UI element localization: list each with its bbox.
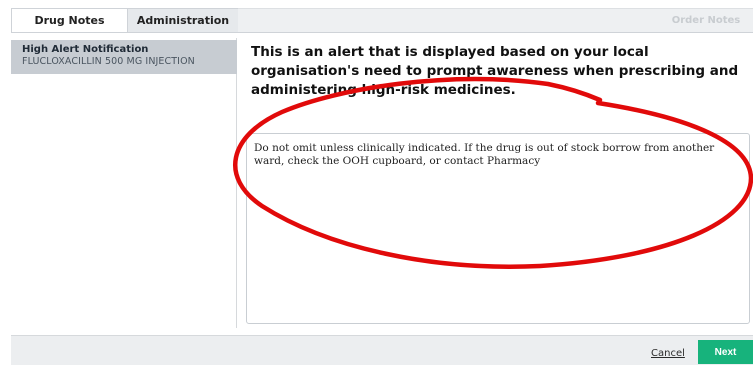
footer-bar — [11, 335, 753, 365]
sidebar-item-subtitle: FLUCLOXACILLIN 500 MG INJECTION — [22, 56, 195, 67]
drug-note-textarea[interactable]: Do not omit unless clinically indicated.… — [246, 133, 750, 324]
tab-administration[interactable]: Administration — [128, 8, 238, 32]
tab-order-notes[interactable]: Order Notes — [661, 8, 751, 32]
cancel-link[interactable]: Cancel — [651, 348, 685, 359]
alert-heading: This is an alert that is displayed based… — [251, 44, 739, 98]
tab-divider — [11, 32, 753, 33]
sidebar: High Alert Notification FLUCLOXACILLIN 5… — [11, 38, 237, 328]
next-button[interactable]: Next — [698, 340, 753, 364]
sidebar-item-high-alert-notification[interactable]: High Alert Notification FLUCLOXACILLIN 5… — [11, 40, 237, 74]
tab-bar: Drug Notes Administration Order Notes — [0, 0, 753, 32]
drug-note-text: Do not omit unless clinically indicated.… — [254, 142, 715, 167]
tab-drug-notes[interactable]: Drug Notes — [11, 8, 128, 32]
sidebar-item-title: High Alert Notification — [22, 44, 149, 55]
